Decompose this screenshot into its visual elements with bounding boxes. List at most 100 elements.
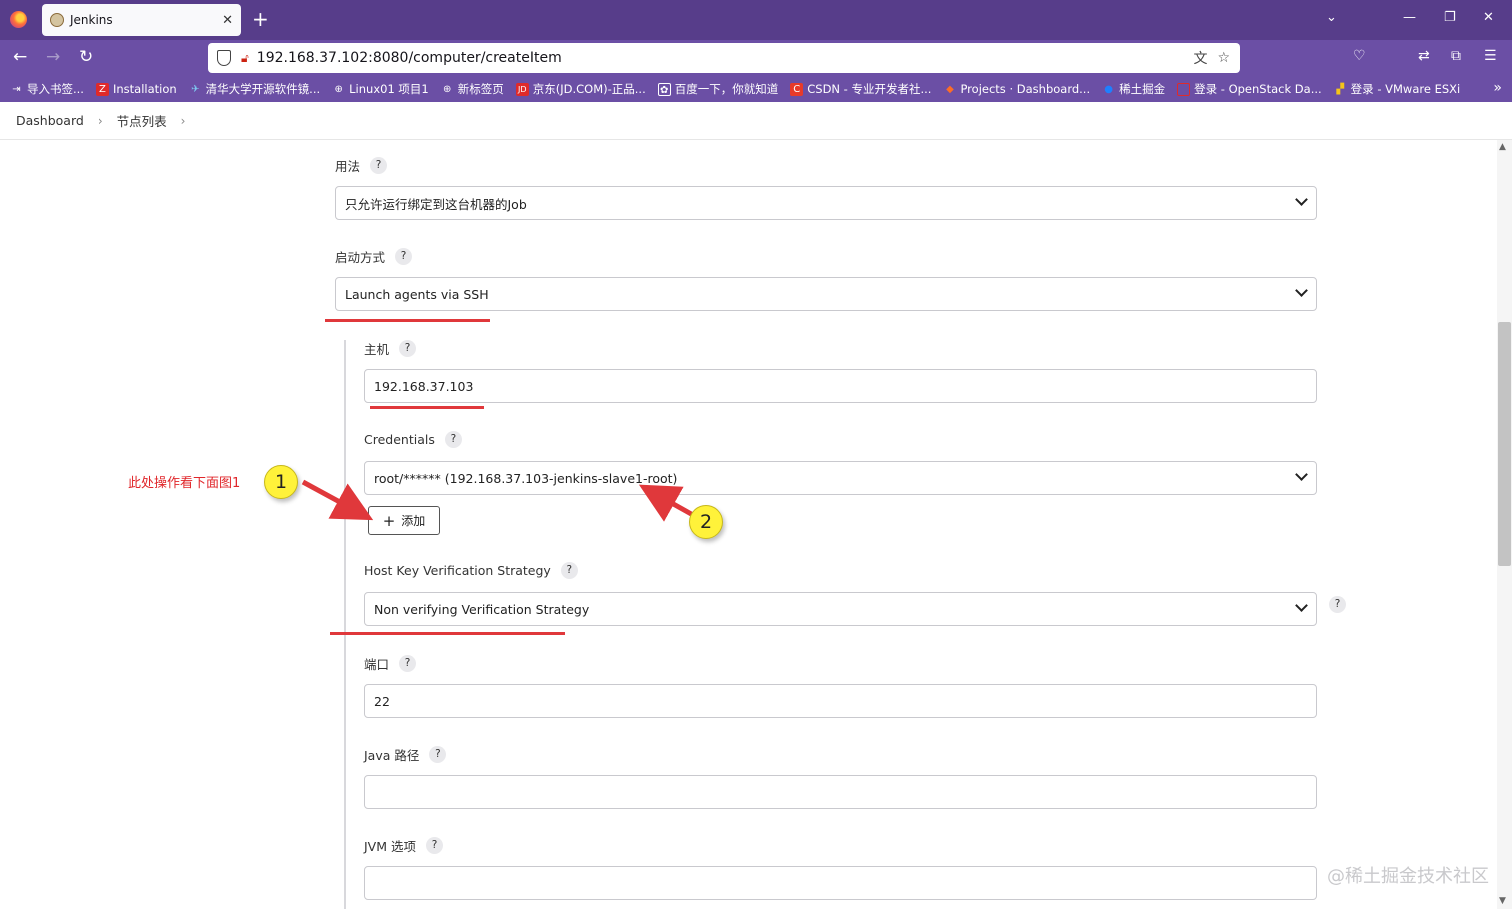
csdn-icon: C	[790, 82, 804, 96]
scroll-up-icon[interactable]: ▲	[1499, 142, 1506, 152]
breadcrumb-dashboard[interactable]: Dashboard	[16, 113, 84, 128]
credentials-select[interactable]: root/****** (192.168.37.103-jenkins-slav…	[364, 461, 1317, 495]
close-tab-icon[interactable]: ✕	[222, 13, 233, 28]
watermark: @稀土掘金技术社区	[1327, 866, 1489, 887]
port-input[interactable]: 22	[364, 684, 1317, 718]
openstack-icon	[1177, 82, 1191, 96]
scrollbar-thumb[interactable]	[1498, 322, 1511, 566]
gitlab-icon: ◆	[946, 83, 954, 95]
help-icon[interactable]: ?	[370, 157, 388, 174]
bookmark-item[interactable]: C CSDN - 专业开发者社...	[790, 81, 931, 97]
scroll-down-icon[interactable]: ▼	[1499, 896, 1506, 906]
usage-select[interactable]: 只允许运行绑定到这台机器的Job	[335, 186, 1317, 220]
zabbix-icon: Z	[95, 82, 109, 96]
chevron-down-icon	[1295, 193, 1308, 206]
jenkins-favicon-icon	[50, 13, 64, 27]
breadcrumb: Dashboard › 节点列表 ›	[0, 102, 1512, 140]
bookmark-item[interactable]: ● 稀土掘金	[1102, 81, 1165, 97]
bookmark-item[interactable]: ✈ 清华大学开源软件镜...	[189, 81, 320, 97]
annotation-arrow-2	[638, 484, 695, 522]
bookmark-item[interactable]: ⊕ 新标签页	[441, 81, 504, 97]
bookmark-item[interactable]: 登录 - OpenStack Da...	[1177, 81, 1322, 97]
bookmark-item[interactable]: ⊕ Linux01 项目1	[332, 81, 428, 97]
help-icon[interactable]: ?	[399, 655, 417, 672]
tracking-shield-icon[interactable]	[217, 50, 231, 66]
annotation-underline	[330, 632, 565, 635]
help-icon[interactable]: ?	[426, 837, 443, 854]
annotation-arrow-1	[301, 479, 374, 521]
new-tab-button[interactable]: +	[252, 8, 269, 30]
tuna-icon: ✈	[190, 83, 200, 95]
annotation-underline	[325, 319, 490, 322]
launch-method-label: 启动方式?	[335, 247, 413, 266]
vmware-icon: ▞	[1336, 83, 1345, 95]
globe-icon: ⊕	[334, 83, 343, 95]
hkvs-select[interactable]: Non verifying Verification Strategy	[364, 592, 1317, 626]
minimize-icon[interactable]: —	[1403, 10, 1416, 25]
help-icon[interactable]: ?	[395, 248, 413, 265]
bookmark-item[interactable]: ▞ 登录 - VMware ESXi	[1334, 81, 1460, 97]
help-icon[interactable]: ?	[560, 562, 578, 579]
jd-icon: JD	[515, 82, 529, 96]
back-icon[interactable]: ←	[13, 47, 27, 67]
annotation-bubble-1: 1	[264, 465, 298, 499]
chevron-down-icon	[1295, 284, 1308, 297]
insecure-lock-icon[interactable]: 🔓︎	[241, 51, 249, 66]
browser-titlebar: Jenkins ✕ + ⌄ — ❐ ✕	[0, 0, 1512, 40]
menu-icon[interactable]: ☰	[1484, 48, 1497, 64]
help-icon[interactable]: ?	[429, 746, 447, 763]
help-icon[interactable]: ?	[444, 431, 462, 448]
bookmark-item[interactable]: ◆ Projects · Dashboard...	[943, 82, 1090, 96]
bookmark-item[interactable]: JD 京东(JD.COM)-正品...	[515, 81, 646, 97]
bookmarks-bar: ⇥ 导入书签... Z Installation ✈ 清华大学开源软件镜... ⊕ Li…	[0, 76, 1512, 102]
more-bookmarks-icon[interactable]: »	[1493, 80, 1502, 96]
reload-icon[interactable]: ↻	[79, 47, 93, 67]
close-window-icon[interactable]: ✕	[1483, 10, 1494, 25]
jvm-options-input[interactable]	[364, 866, 1317, 900]
plus-icon: +	[382, 511, 396, 530]
baidu-icon: ✿	[657, 82, 671, 96]
juejin-icon: ●	[1104, 83, 1113, 95]
chevron-down-icon	[1295, 468, 1308, 481]
bookmark-item[interactable]: Z Installation	[95, 82, 177, 96]
port-label: 端口?	[364, 654, 417, 673]
extensions-icon[interactable]: ⧉	[1451, 48, 1461, 64]
breadcrumb-chevron-icon[interactable]: ›	[98, 114, 103, 128]
annotation-underline	[370, 406, 484, 409]
bookmark-item[interactable]: ✿ 百度一下，你就知道	[657, 81, 778, 97]
credentials-label: Credentials?	[364, 431, 462, 448]
globe-icon: ⊕	[443, 83, 452, 95]
restore-icon[interactable]: ❐	[1444, 10, 1456, 25]
usage-label: 用法?	[335, 156, 388, 175]
url-bar[interactable]: 🔓︎ 192.168.37.102:8080/computer/createIt…	[208, 43, 1240, 73]
java-path-input[interactable]	[364, 775, 1317, 809]
launch-method-select[interactable]: Launch agents via SSH	[335, 277, 1317, 311]
forward-icon[interactable]: →	[46, 47, 60, 67]
url-text[interactable]: 192.168.37.102:8080/computer/createItem	[257, 50, 1194, 66]
import-icon: ⇥	[12, 83, 21, 95]
browser-navbar: ← → ↻ 🔓︎ 192.168.37.102:8080/computer/cr…	[0, 40, 1512, 76]
pocket-icon[interactable]: ♡	[1353, 48, 1366, 64]
add-credentials-button[interactable]: + 添加	[368, 506, 440, 535]
tab-jenkins[interactable]: Jenkins ✕	[42, 4, 241, 36]
host-label: 主机?	[364, 339, 417, 358]
breadcrumb-chevron-icon[interactable]: ›	[181, 114, 186, 128]
translate-icon[interactable]: 文	[1193, 48, 1207, 68]
nested-section-line	[344, 340, 346, 909]
annotation-note: 此处操作看下面图1	[128, 476, 241, 491]
translate-extension-icon[interactable]: ⇄	[1418, 48, 1430, 64]
help-icon[interactable]: ?	[399, 340, 417, 357]
tab-title: Jenkins	[70, 13, 113, 27]
jvm-options-label: JVM 选项?	[364, 836, 443, 855]
host-input[interactable]: 192.168.37.103	[364, 369, 1317, 403]
firefox-logo-icon[interactable]	[10, 11, 27, 28]
bookmark-item[interactable]: ⇥ 导入书签...	[10, 81, 84, 97]
chevron-down-icon	[1295, 599, 1308, 612]
help-icon[interactable]: ?	[1329, 596, 1346, 613]
annotation-bubble-2: 2	[689, 505, 723, 539]
bookmark-star-icon[interactable]: ☆	[1217, 50, 1230, 66]
breadcrumb-nodes[interactable]: 节点列表	[117, 111, 167, 130]
list-tabs-chevron-icon[interactable]: ⌄	[1326, 10, 1337, 25]
java-path-label: Java 路径?	[364, 745, 447, 764]
hkvs-label: Host Key Verification Strategy?	[364, 562, 578, 579]
